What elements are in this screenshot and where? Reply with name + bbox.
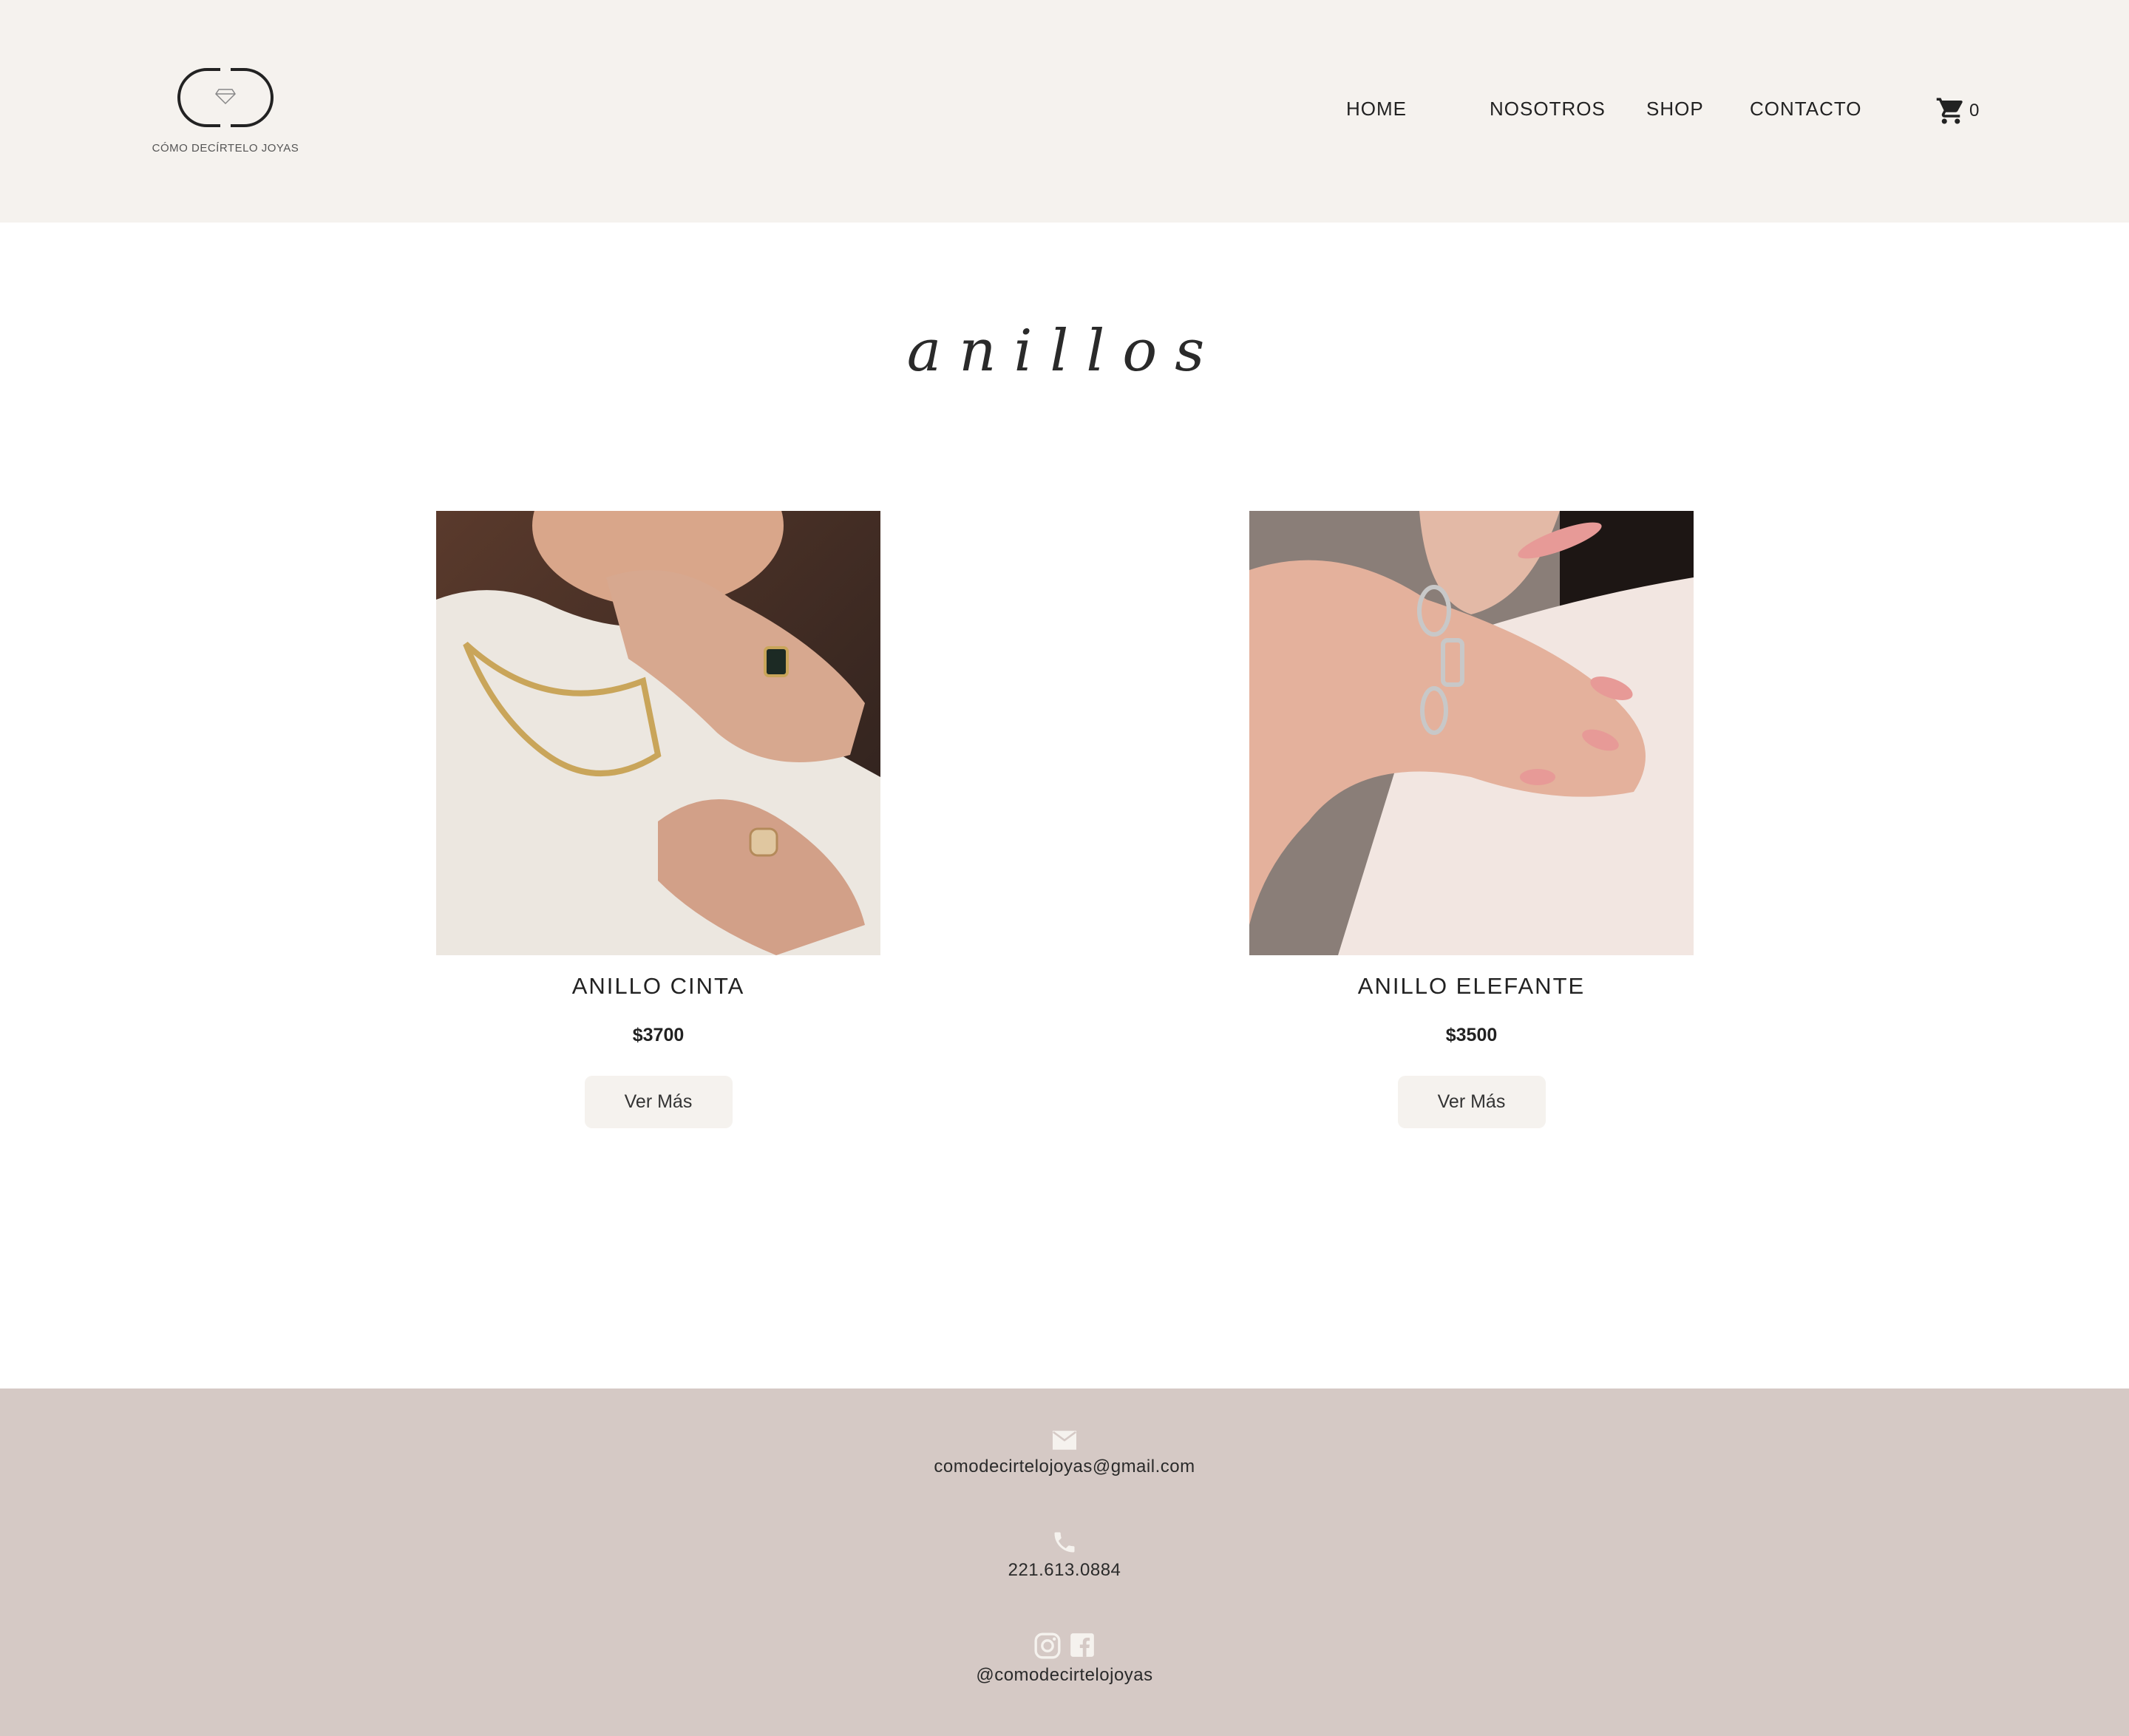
phone-icon (1054, 1532, 1075, 1553)
logo-text: CÓMO DECÍRTELO JOYAS (152, 142, 299, 155)
product-image[interactable] (436, 511, 880, 955)
footer-email-block: comodecirtelojoyas@gmail.com (0, 1428, 2129, 1477)
view-more-button[interactable]: Ver Más (1397, 1076, 1546, 1128)
footer-social-block: @comodecirtelojoyas (0, 1631, 2129, 1686)
product-image[interactable] (1249, 511, 1694, 955)
product-price: $3500 (1445, 1025, 1498, 1045)
instagram-icon[interactable] (1033, 1631, 1062, 1661)
site-header: CÓMO DECÍRTELO JOYAS HOME NOSOTROS SHOP … (0, 0, 2129, 223)
footer-email[interactable]: comodecirtelojoyas@gmail.com (0, 1457, 2129, 1477)
site-footer: comodecirtelojoyas@gmail.com 221.613.088… (0, 1389, 2129, 1736)
view-more-button[interactable]: Ver Más (584, 1076, 733, 1128)
footer-social-handle[interactable]: @comodecirtelojoyas (0, 1665, 2129, 1686)
mail-icon (1053, 1431, 1076, 1450)
facebook-icon[interactable] (1068, 1631, 1096, 1659)
logo-mark-icon (177, 68, 274, 127)
footer-phone-block: 221.613.0884 (0, 1529, 2129, 1581)
product-price: $3700 (632, 1025, 685, 1045)
cart-count: 0 (1969, 101, 1980, 121)
footer-phone[interactable]: 221.613.0884 (0, 1560, 2129, 1581)
nav-shop[interactable]: SHOP (1646, 98, 1704, 121)
nav-contacto[interactable]: CONTACTO (1750, 98, 1861, 121)
product-name[interactable]: ANILLO CINTA (436, 973, 880, 1000)
page-title: anillos (906, 318, 1223, 384)
cart-icon (1936, 98, 1963, 124)
product-name[interactable]: ANILLO ELEFANTE (1249, 973, 1694, 1000)
social-icons (0, 1631, 2129, 1661)
product-card: ANILLO CINTA $3700 Ver Más (436, 511, 880, 1128)
product-card: ANILLO ELEFANTE $3500 Ver Más (1249, 511, 1694, 1128)
nav-home[interactable]: HOME (1346, 98, 1407, 121)
nav-nosotros[interactable]: NOSOTROS (1490, 98, 1606, 121)
logo[interactable]: CÓMO DECÍRTELO JOYAS (152, 61, 299, 160)
cart-button[interactable]: 0 (1935, 95, 1979, 127)
